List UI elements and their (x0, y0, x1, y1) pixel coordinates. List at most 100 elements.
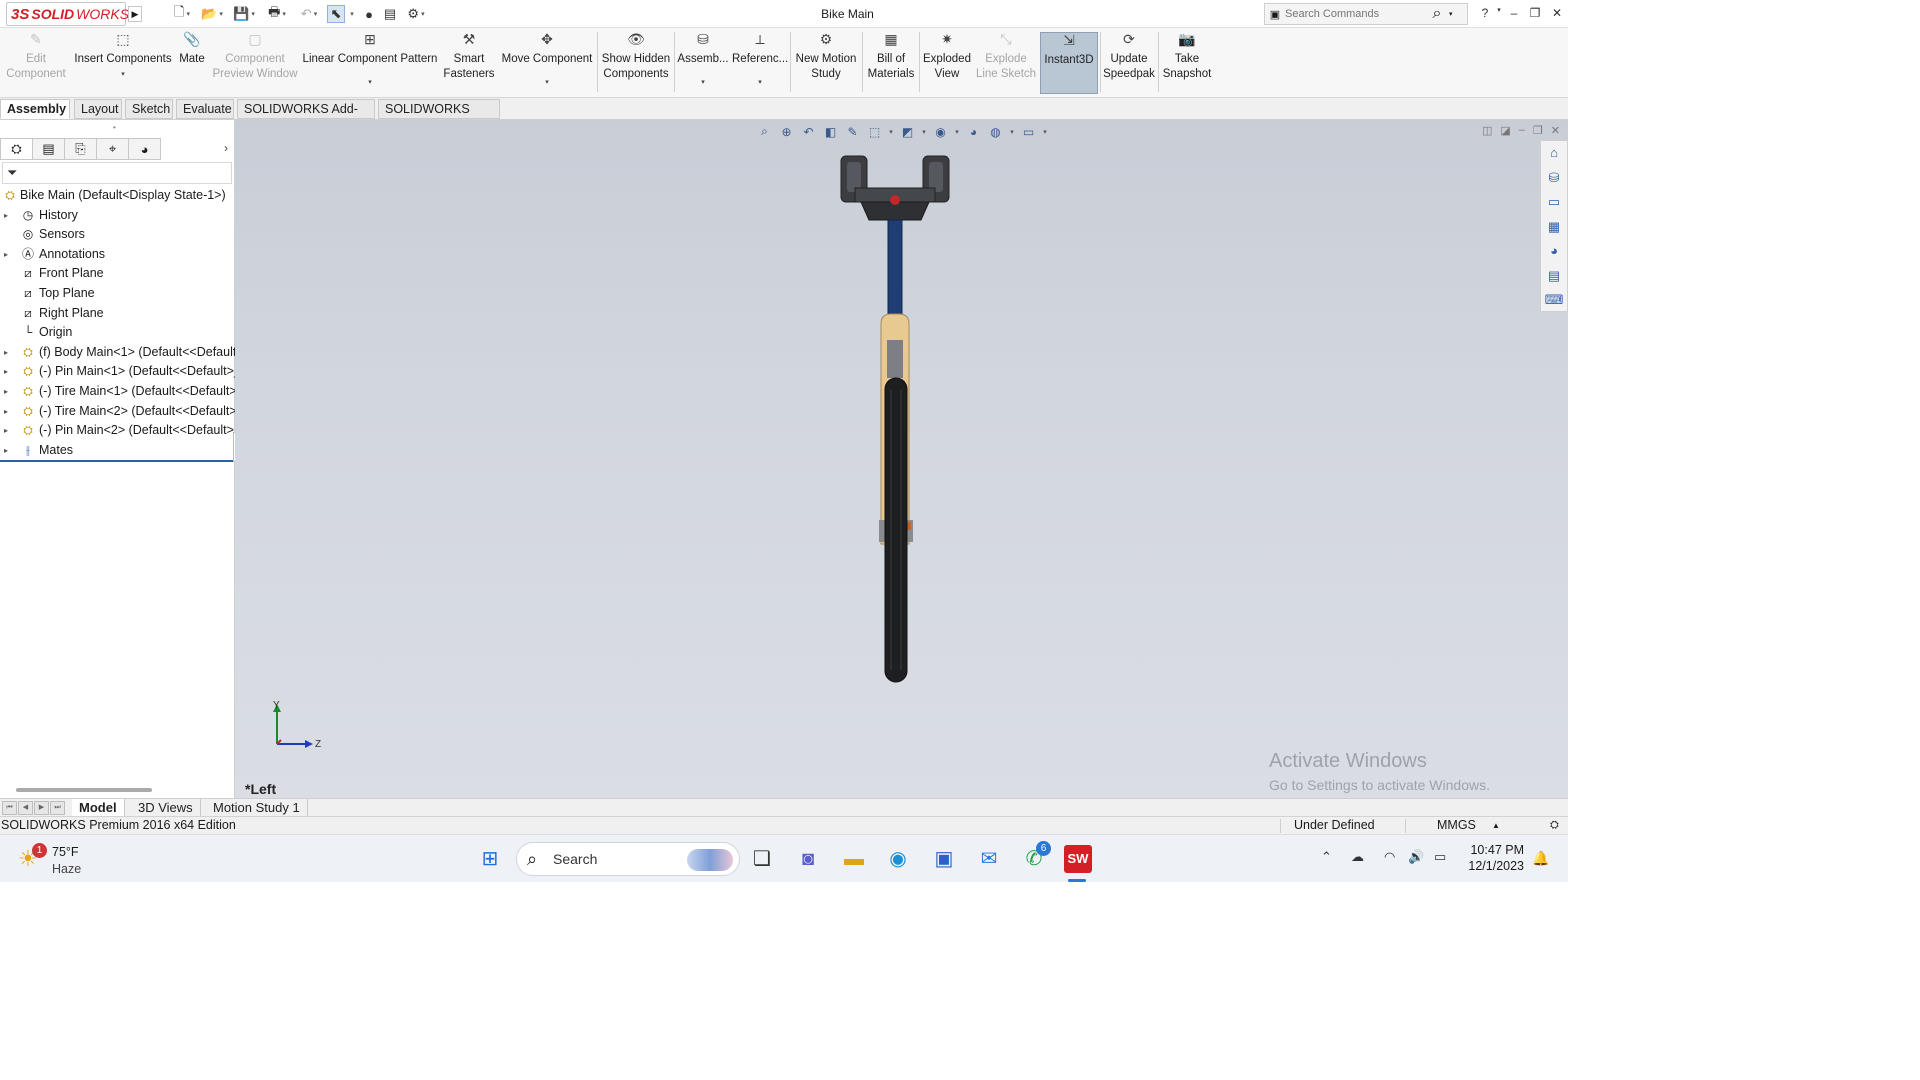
component-preview-window-button[interactable]: ▢ Component Preview Window (212, 32, 298, 94)
minimize-icon[interactable]: – (1505, 6, 1523, 20)
expand-arrow-icon[interactable]: ▸ (4, 206, 12, 225)
tree-item-mates[interactable]: ▸ ⫲ Mates (0, 441, 235, 461)
dropdown-arrow-icon[interactable]: ▾ (732, 75, 788, 90)
apply-scene-icon[interactable]: ◍ (986, 125, 1005, 139)
apply-scene-dropdown-icon[interactable]: ▾ (1008, 128, 1016, 136)
menu-expand-arrow-icon[interactable]: ▶ (128, 6, 142, 22)
view-orientation-dropdown-icon[interactable]: ▾ (887, 128, 895, 136)
tree-item-right-plane[interactable]: ⧄ Right Plane (0, 304, 235, 324)
viewport-minimize-icon[interactable]: – (1519, 124, 1525, 137)
exploded-view-button[interactable]: ✷ Exploded View (922, 32, 972, 94)
previous-view-icon[interactable]: ↶ (799, 125, 818, 139)
expand-arrow-icon[interactable]: ▸ (4, 382, 12, 401)
tab-layout[interactable]: Layout (74, 99, 122, 119)
notification-bell-icon[interactable]: 🔔 (1532, 850, 1549, 867)
hide-show-dropdown-icon[interactable]: ▾ (953, 128, 961, 136)
close-icon[interactable]: ✕ (1548, 6, 1566, 20)
search-dropdown-icon[interactable]: ▾ (1449, 10, 1453, 18)
tree-item-origin[interactable]: └ Origin (0, 323, 235, 343)
tree-filter-icon[interactable]: ⏷ (2, 162, 232, 184)
onedrive-cloud-icon[interactable]: ☁ (1351, 849, 1364, 865)
panel-grip-icon[interactable]: • (113, 123, 119, 132)
tab-sketch[interactable]: Sketch (125, 99, 173, 119)
tire[interactable] (884, 377, 908, 683)
tree-item-front-plane[interactable]: ⧄ Front Plane (0, 264, 235, 284)
system-clock[interactable]: 10:47 PM 12/1/2023 (1464, 842, 1524, 874)
taskbar-search[interactable]: ⌕ Search (516, 842, 740, 876)
zoom-to-area-icon[interactable]: ⊕ (777, 125, 796, 139)
viewport-restore-icon[interactable]: ❐ (1533, 124, 1543, 137)
tab-model[interactable]: Model (72, 799, 125, 817)
viewport-tile-icon[interactable]: ◫ (1482, 124, 1492, 137)
expand-arrow-icon[interactable]: ▸ (4, 343, 12, 362)
tab-solidworks-mbd[interactable]: SOLIDWORKS MBD (378, 99, 500, 135)
file-properties-icon[interactable]: ▤ (382, 5, 398, 23)
restore-icon[interactable]: ❐ (1526, 6, 1544, 20)
appearances-icon[interactable]: ◕ (1541, 239, 1567, 264)
select-dropdown-icon[interactable]: ▾ (346, 5, 356, 23)
viewport-split-icon[interactable]: ◪ (1500, 124, 1510, 137)
display-style-dropdown-icon[interactable]: ▾ (920, 128, 928, 136)
dropdown-arrow-icon[interactable]: ▾ (302, 75, 438, 90)
tree-item-pin-main-2[interactable]: ▸ ⛭ (-) Pin Main<2> (Default<<Default>_D… (0, 421, 235, 441)
next-tab-arrow-icon[interactable]: ▶ (34, 801, 49, 815)
take-snapshot-button[interactable]: 📷 Take Snapshot (1161, 32, 1213, 94)
file-explorer-icon[interactable]: ▬ (840, 845, 868, 873)
display-style-icon[interactable]: ◩ (898, 125, 917, 139)
file-explorer-icon[interactable]: ▭ (1541, 190, 1567, 215)
instant3d-button[interactable]: ⇲ Instant3D (1040, 32, 1098, 94)
new-document-icon[interactable]: 🗋 ▾ (168, 4, 196, 23)
view-palette-icon[interactable]: ▦ (1541, 215, 1567, 240)
smart-fasteners-button[interactable]: ⚒ Smart Fasteners (442, 32, 496, 94)
assembly-features-button[interactable]: ⛁ Assemb... ▾ (677, 32, 729, 94)
zoom-to-fit-icon[interactable]: ⌕ (755, 124, 774, 139)
show-hidden-icons-chevron-icon[interactable]: ⌃ (1321, 849, 1332, 865)
previous-tab-arrow-icon[interactable]: ◀ (18, 801, 33, 815)
graphics-area[interactable]: ⌕ ⊕ ↶ ◧ ✎ ⬚ ▾ ◩ ▾ ◉ ▾ ◕ ◍ ▾ ▭ ▾ ◫ ◪ – ❐ ✕ (235, 120, 1568, 798)
unit-system-arrow-icon[interactable]: ▲ (1492, 817, 1500, 834)
microsoft-store-icon[interactable]: ▣ (930, 845, 958, 873)
expand-arrow-icon[interactable]: ▸ (4, 362, 12, 381)
configuration-manager-tab-icon[interactable]: ⎘ (64, 138, 97, 160)
tree-item-body-main-1[interactable]: ▸ ⛭ (f) Body Main<1> (Default<<Default>_… (0, 343, 235, 363)
options-gear-icon[interactable]: ⚙ ▾ (402, 5, 430, 23)
edit-component-button[interactable]: ✎ Edit Component (4, 32, 68, 94)
update-speedpak-button[interactable]: ⟳ Update Speedpak (1103, 32, 1155, 94)
horizontal-scrollbar[interactable] (16, 788, 152, 792)
tab-evaluate[interactable]: Evaluate (176, 99, 234, 119)
new-motion-study-button[interactable]: ⚙ New Motion Study (793, 32, 859, 94)
search-icon[interactable]: ⌕ (1425, 5, 1449, 23)
tree-item-sensors[interactable]: ◎ Sensors (0, 225, 235, 245)
hide-show-items-icon[interactable]: ◉ (931, 125, 950, 139)
save-icon[interactable]: 💾 ▾ (230, 5, 258, 23)
design-library-icon[interactable]: ⛁ (1541, 166, 1567, 191)
tab-solidworks-addins[interactable]: SOLIDWORKS Add-Ins (237, 99, 375, 135)
mate-button[interactable]: 📎 Mate (176, 32, 208, 94)
tree-item-tire-main-2[interactable]: ▸ ⛭ (-) Tire Main<2> (Default<<Default>_… (0, 402, 235, 422)
view-settings-icon[interactable]: ▭ (1019, 125, 1038, 139)
search-commands-box[interactable]: ▣ ⌕ ▾ (1264, 3, 1468, 25)
view-orientation-icon[interactable]: ⬚ (865, 125, 884, 139)
rebuild-icon[interactable]: ● (362, 5, 376, 23)
task-view-icon[interactable]: ❏ (748, 845, 776, 873)
tab-assembly[interactable]: Assembly (0, 99, 70, 119)
unit-system[interactable]: MMGS (1437, 817, 1476, 834)
dropdown-arrow-icon[interactable]: ▾ (499, 75, 595, 90)
bill-of-materials-button[interactable]: ▦ Bill of Materials (865, 32, 917, 94)
linear-component-pattern-button[interactable]: ⊞ Linear Component Pattern ▾ (302, 32, 438, 94)
tree-root[interactable]: ⛭ Bike Main (Default<Display State-1>) (0, 186, 235, 206)
expand-arrow-icon[interactable]: ▸ (4, 441, 12, 460)
stem[interactable] (887, 219, 903, 315)
explode-line-sketch-button[interactable]: ⤡ Explode Line Sketch (974, 32, 1038, 94)
undo-icon[interactable]: ↶ ▾ (295, 5, 323, 23)
dynamic-annotation-icon[interactable]: ✎ (843, 125, 862, 139)
open-document-icon[interactable]: 📂 ▾ (198, 5, 226, 23)
custom-properties-icon[interactable]: ▤ (1541, 264, 1567, 289)
tree-item-history[interactable]: ▸ ◷ History (0, 206, 235, 226)
forum-icon[interactable]: ⌨ (1541, 288, 1567, 313)
reference-geometry-button[interactable]: ⟂ Referenc... ▾ (732, 32, 788, 94)
edge-browser-icon[interactable]: ◉ (884, 845, 912, 873)
tree-item-annotations[interactable]: ▸ Ⓐ Annotations (0, 245, 235, 265)
battery-icon[interactable]: ▭ (1434, 849, 1446, 865)
section-view-icon[interactable]: ◧ (821, 125, 840, 139)
